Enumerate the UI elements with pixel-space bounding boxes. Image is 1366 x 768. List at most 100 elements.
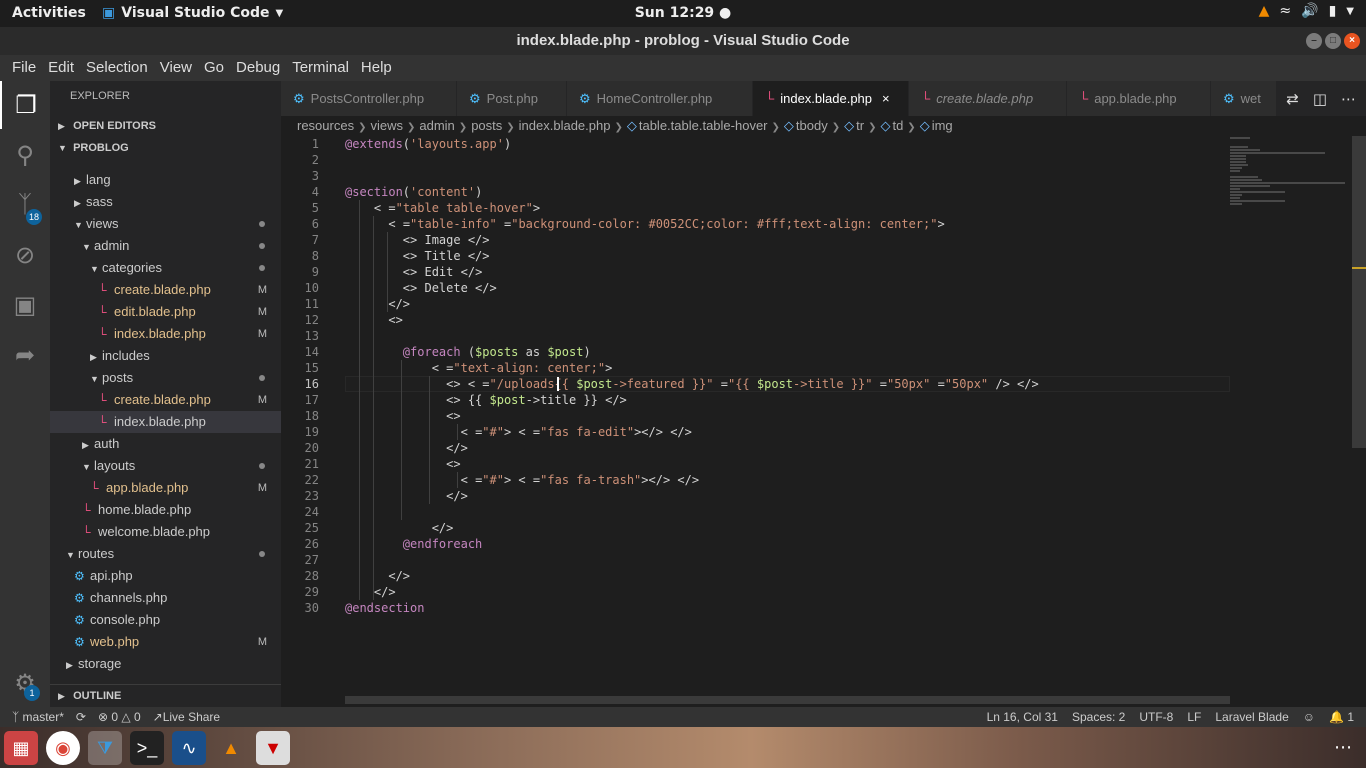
tree-item-home-blade-php[interactable]: └ home.blade.php: [50, 499, 281, 521]
tab-index-blade-php[interactable]: └ index.blade.php ×: [753, 81, 908, 116]
tree-item-index-blade-php[interactable]: └ index.blade.php M: [50, 323, 281, 345]
problems-item[interactable]: ⊗ 0 △ 0: [98, 707, 141, 727]
tree-item-posts[interactable]: ▼ posts: [50, 367, 281, 389]
menu-view[interactable]: View: [154, 55, 198, 81]
menu-help[interactable]: Help: [355, 55, 398, 81]
tree-item-label: auth: [94, 436, 120, 451]
tree-item-layouts[interactable]: ▼ layouts: [50, 455, 281, 477]
sync-icon[interactable]: ⟳: [76, 707, 86, 727]
cursor-position[interactable]: Ln 16, Col 31: [987, 707, 1058, 727]
tab-app-blade-php[interactable]: └ app.blade.php: [1067, 81, 1210, 116]
vlc-tray-icon[interactable]: ▲: [1259, 3, 1270, 19]
tree-item-index-blade-php[interactable]: └ index.blade.php: [50, 411, 281, 433]
feedback-smiley-icon[interactable]: ☺: [1303, 707, 1315, 727]
tree-item-web-php[interactable]: ⚙ web.php M: [50, 631, 281, 653]
vlc-icon[interactable]: ▲: [214, 731, 248, 765]
wifi-icon[interactable]: ≈: [1279, 3, 1291, 19]
system-menu-chevron-icon[interactable]: ▼: [1346, 6, 1354, 17]
live-share-icon[interactable]: ➦: [0, 331, 50, 379]
system-tray[interactable]: ▲ ≈ 🔊 ▮ ▼: [1259, 3, 1354, 19]
debug-icon[interactable]: ⊘: [0, 231, 50, 279]
breadcrumb-item[interactable]: img: [932, 118, 953, 133]
software-installer-icon[interactable]: ▼: [256, 731, 290, 765]
explorer-icon[interactable]: ❐: [0, 81, 50, 129]
mysql-workbench-icon[interactable]: ∿: [172, 731, 206, 765]
notifications-item[interactable]: 🔔 1: [1329, 707, 1354, 727]
code-line: <> Title </>: [345, 249, 490, 263]
breadcrumb-item[interactable]: resources: [297, 118, 354, 133]
tree-item-views[interactable]: ▼ views: [50, 213, 281, 235]
terminal-icon[interactable]: >_: [130, 731, 164, 765]
menu-file[interactable]: File: [6, 55, 42, 81]
menu-debug[interactable]: Debug: [230, 55, 286, 81]
maximize-button[interactable]: □: [1325, 33, 1341, 49]
language-mode[interactable]: Laravel Blade: [1215, 707, 1288, 727]
branch-item[interactable]: ᛉ master*: [12, 707, 64, 727]
live-share-item[interactable]: ↗Live Share: [153, 707, 220, 727]
breadcrumb-item[interactable]: admin: [419, 118, 454, 133]
activities-button[interactable]: Activities: [12, 5, 86, 21]
volume-icon[interactable]: 🔊: [1301, 3, 1318, 19]
tab-HomeController-php[interactable]: ⚙ HomeController.php: [567, 81, 752, 116]
tree-item-admin[interactable]: ▼ admin: [50, 235, 281, 257]
menu-terminal[interactable]: Terminal: [286, 55, 355, 81]
minimap[interactable]: [1230, 136, 1350, 206]
extensions-icon[interactable]: ▣: [0, 281, 50, 329]
tree-item-sass[interactable]: ▶ sass: [50, 191, 281, 213]
line-number: 28: [304, 569, 319, 583]
tree-item-storage[interactable]: ▶ storage: [50, 653, 281, 675]
close-button[interactable]: ×: [1344, 33, 1360, 49]
tree-item-create-blade-php[interactable]: └ create.blade.php M: [50, 279, 281, 301]
indentation[interactable]: Spaces: 2: [1072, 707, 1125, 727]
breadcrumb-item[interactable]: views: [370, 118, 403, 133]
breadcrumb-item[interactable]: tr: [856, 118, 864, 133]
tree-item-console-php[interactable]: ⚙ console.php: [50, 609, 281, 631]
battery-icon[interactable]: ▮: [1329, 3, 1337, 19]
tree-item-auth[interactable]: ▶ auth: [50, 433, 281, 455]
tab-PostsController-php[interactable]: ⚙ PostsController.php: [281, 81, 456, 116]
encoding[interactable]: UTF-8: [1139, 707, 1173, 727]
search-icon[interactable]: ⚲: [0, 131, 50, 179]
breadcrumb-item[interactable]: tbody: [796, 118, 828, 133]
more-actions-icon[interactable]: ⋯: [1341, 90, 1356, 108]
tree-item-edit-blade-php[interactable]: └ edit.blade.php M: [50, 301, 281, 323]
tree-item-lang[interactable]: ▶ lang: [50, 169, 281, 191]
clock[interactable]: Sun 12:29 ●: [635, 5, 732, 21]
breadcrumb-item[interactable]: td: [892, 118, 903, 133]
tree-item-channels-php[interactable]: ⚙ channels.php: [50, 587, 281, 609]
tree-item-create-blade-php[interactable]: └ create.blade.php M: [50, 389, 281, 411]
end-of-line[interactable]: LF: [1187, 707, 1201, 727]
project-section[interactable]: ▼ PROBLOG: [50, 137, 281, 159]
tree-item-welcome-blade-php[interactable]: └ welcome.blade.php: [50, 521, 281, 543]
tree-item-api-php[interactable]: ⚙ api.php: [50, 565, 281, 587]
show-applications-icon[interactable]: ⋯: [1334, 737, 1352, 758]
tree-item-app-blade-php[interactable]: └ app.blade.php M: [50, 477, 281, 499]
split-editor-icon[interactable]: ◫: [1313, 90, 1327, 108]
breadcrumb-item[interactable]: table.table.table-hover: [639, 118, 768, 133]
tree-item-categories[interactable]: ▼ categories: [50, 257, 281, 279]
tree-item-includes[interactable]: ▶ includes: [50, 345, 281, 367]
vscode-dock-icon[interactable]: ⧩: [88, 731, 122, 765]
breadcrumb-item[interactable]: index.blade.php: [519, 118, 611, 133]
chevron-right-icon: ▶: [58, 691, 65, 701]
tab-create-blade-php[interactable]: └ create.blade.php: [909, 81, 1066, 116]
source-control-icon[interactable]: ᛉ 18: [0, 181, 50, 229]
open-changes-icon[interactable]: ⇄: [1286, 90, 1299, 108]
minimize-button[interactable]: –: [1306, 33, 1322, 49]
tab-Post-php[interactable]: ⚙ Post.php: [457, 81, 566, 116]
code-editor[interactable]: 1 @extends('layouts.app') 2 3 4 @section('con…: [281, 136, 1366, 707]
close-tab-icon[interactable]: ×: [882, 91, 890, 106]
tree-item-routes[interactable]: ▼ routes: [50, 543, 281, 565]
vertical-scrollbar[interactable]: [1352, 136, 1366, 448]
menu-selection[interactable]: Selection: [80, 55, 154, 81]
app-menu[interactable]: ▣ Visual Studio Code ▼: [102, 5, 283, 21]
files-app-icon[interactable]: ▦: [4, 731, 38, 765]
open-editors-section[interactable]: ▶ OPEN EDITORS: [50, 115, 281, 137]
settings-gear-icon[interactable]: ⚙ 1: [0, 659, 50, 707]
menu-go[interactable]: Go: [198, 55, 230, 81]
breadcrumb-item[interactable]: posts: [471, 118, 502, 133]
horizontal-scrollbar[interactable]: [345, 696, 1230, 704]
chrome-icon[interactable]: ◉: [46, 731, 80, 765]
outline-section[interactable]: ▶ OUTLINE: [50, 684, 281, 706]
menu-edit[interactable]: Edit: [42, 55, 80, 81]
